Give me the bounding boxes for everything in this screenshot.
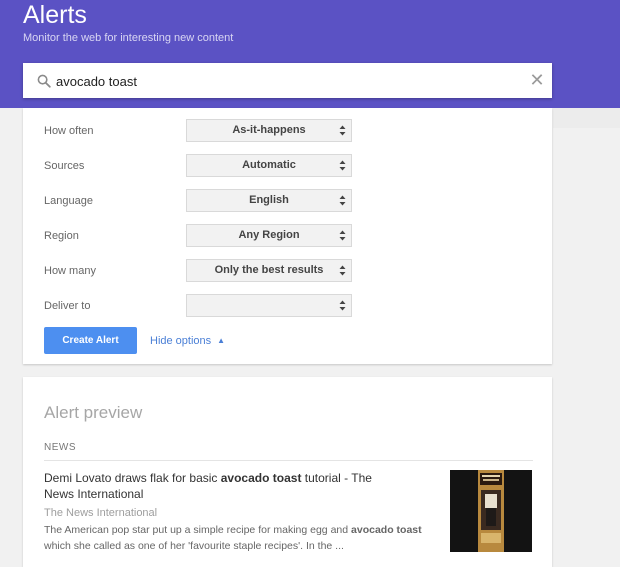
snippet-part: which she called as one of her 'favourit… [44, 540, 344, 552]
background-stripe [553, 108, 620, 128]
up-down-arrows-icon [339, 265, 346, 276]
option-label: How often [44, 125, 94, 137]
option-label: How many [44, 265, 96, 277]
article-title-part: Demi Lovato draws flak for basic [44, 471, 221, 485]
option-row-region: Region Any Region [23, 224, 552, 248]
alert-options-panel: How often As-it-happens Sources Automati… [23, 108, 552, 364]
language-select[interactable]: English [186, 189, 352, 212]
close-icon[interactable]: ✕ [528, 71, 546, 89]
how-often-select[interactable]: As-it-happens [186, 119, 352, 142]
option-label: Sources [44, 160, 85, 172]
page-title: Alerts [23, 1, 87, 29]
up-down-arrows-icon [339, 125, 346, 136]
divider [44, 460, 533, 461]
region-select[interactable]: Any Region [186, 224, 352, 247]
create-alert-button[interactable]: Create Alert [44, 327, 137, 354]
preview-title: Alert preview [44, 403, 143, 422]
option-label: Deliver to [44, 300, 91, 312]
select-value: Automatic [242, 159, 296, 171]
alert-preview-panel: Alert preview NEWS Demi Lovato draws fla… [23, 377, 552, 567]
caret-up-icon: ▲ [217, 336, 226, 345]
sources-select[interactable]: Automatic [186, 154, 352, 177]
option-label: Region [44, 230, 79, 242]
hide-options-label: Hide options [150, 335, 212, 347]
hide-options-link[interactable]: Hide options ▲ [150, 334, 225, 348]
article-snippet: The American pop star put up a simple re… [44, 522, 434, 554]
up-down-arrows-icon [339, 160, 346, 171]
search-icon [37, 74, 51, 88]
select-value: As-it-happens [232, 124, 306, 136]
search-input[interactable] [56, 71, 496, 91]
option-row-how-often: How often As-it-happens [23, 119, 552, 143]
up-down-arrows-icon [339, 195, 346, 206]
option-label: Language [44, 195, 93, 207]
how-many-select[interactable]: Only the best results [186, 259, 352, 282]
option-row-sources: Sources Automatic [23, 154, 552, 178]
select-value: Only the best results [214, 264, 324, 276]
option-row-how-many: How many Only the best results [23, 259, 552, 283]
select-value: English [249, 194, 289, 206]
up-down-arrows-icon [339, 300, 346, 311]
article-source: The News International [44, 507, 158, 519]
search-box[interactable]: ✕ [23, 63, 552, 98]
snippet-part: The American pop star put up a simple re… [44, 524, 352, 536]
deliver-to-select[interactable] [186, 294, 352, 317]
page-subtitle: Monitor the web for interesting new cont… [23, 32, 234, 44]
article-title-link[interactable]: Demi Lovato draws flak for basic avocado… [44, 470, 404, 502]
option-row-language: Language English [23, 189, 552, 213]
select-value: Any Region [238, 229, 300, 241]
article-title-highlight: avocado toast [220, 471, 302, 485]
up-down-arrows-icon [339, 230, 346, 241]
snippet-highlight: avocado toast [351, 524, 422, 536]
news-section-label: NEWS [44, 442, 76, 453]
option-row-deliver-to: Deliver to [23, 294, 552, 318]
article-thumbnail[interactable] [450, 470, 532, 552]
